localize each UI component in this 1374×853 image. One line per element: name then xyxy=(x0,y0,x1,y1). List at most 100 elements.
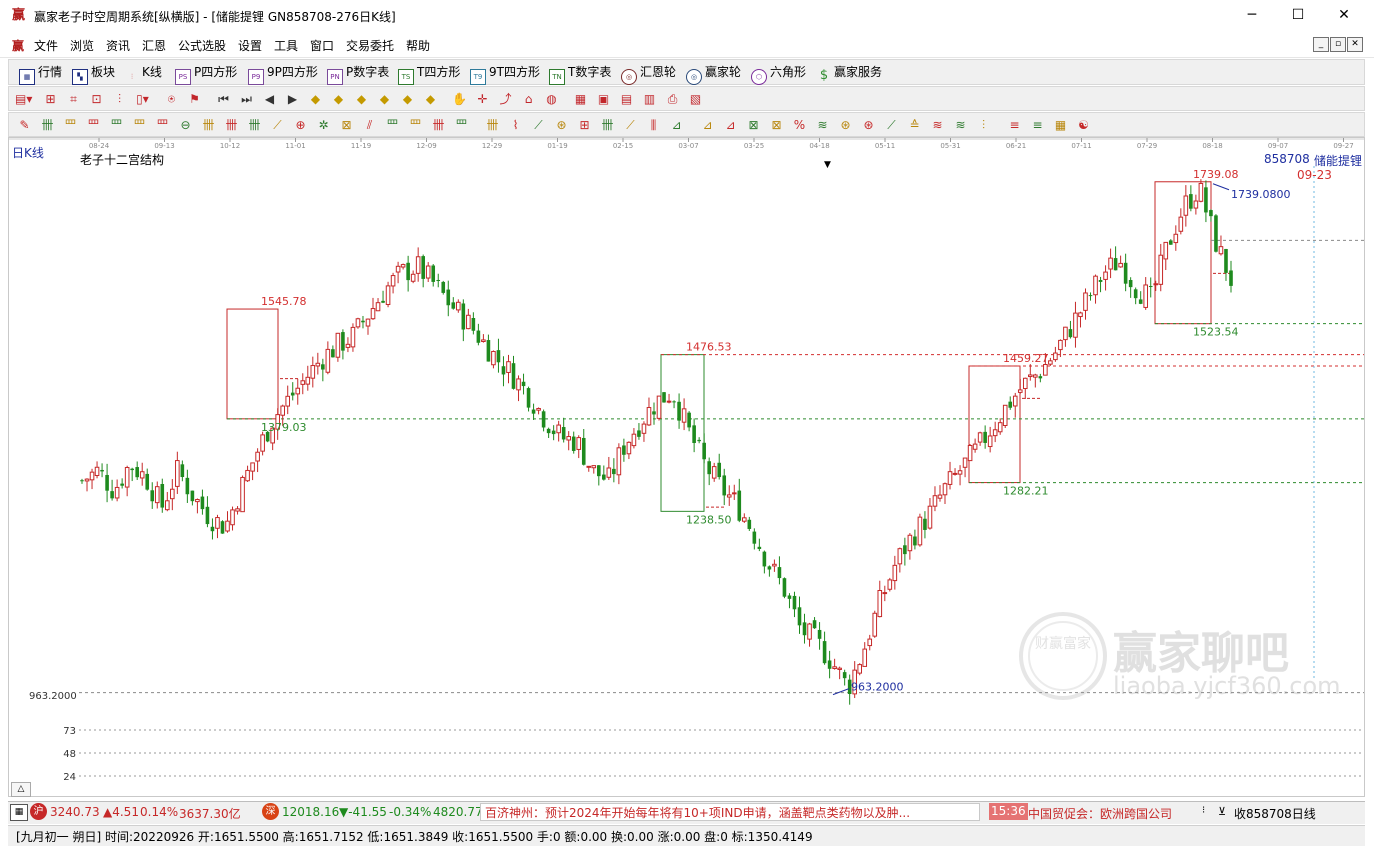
net-icon[interactable]: ⊠ xyxy=(339,118,354,132)
gann4-icon[interactable]: 罒 xyxy=(454,118,469,132)
news-ticker[interactable]: 百济神州：预计2024年开始每年将有10+项IND申请，涵盖靶点类药物以及肿..… xyxy=(480,803,980,821)
pen-icon[interactable]: ✎ xyxy=(17,118,32,132)
toolbar-quotes-button[interactable]: ▦ 行情 xyxy=(19,64,62,85)
mark5-icon[interactable]: ⊞ xyxy=(577,118,592,132)
menu-window[interactable]: 窗口 xyxy=(310,37,334,54)
mark9-icon[interactable]: ⊿ xyxy=(669,118,684,132)
mark15-icon[interactable]: ⊛ xyxy=(838,118,853,132)
app-menu-icon[interactable]: 赢 xyxy=(12,37,24,54)
sz-index-icon[interactable]: 深 xyxy=(262,803,279,820)
mark6-icon[interactable]: 卌 xyxy=(600,118,615,132)
mdi-minimize-button[interactable]: _ xyxy=(1313,37,1329,52)
toolbar-hexagon-button[interactable]: ⬡ 六角形 xyxy=(751,64,806,85)
star-icon[interactable]: ✲ xyxy=(316,118,331,132)
fan-icon[interactable]: ⟋ xyxy=(270,118,285,132)
zoom-fit-icon[interactable]: ⊞ xyxy=(43,92,58,106)
diamond4-icon[interactable]: ◆ xyxy=(377,92,392,106)
print-icon[interactable]: ⎙ xyxy=(665,92,680,106)
ticker-scroll-icon[interactable]: ⁝ xyxy=(1202,805,1205,816)
mark8-icon[interactable]: ⫼ xyxy=(646,118,661,132)
diamond6-icon[interactable]: ◆ xyxy=(423,92,438,106)
mark3-icon[interactable]: ⟋ xyxy=(531,118,546,132)
mark12-icon[interactable]: ⊠ xyxy=(746,118,761,132)
toolbar-kline-button[interactable]: ⫶ K线 xyxy=(125,64,162,81)
period-label[interactable]: 日K线 xyxy=(12,144,44,161)
grid3-icon[interactable]: 卌 xyxy=(247,118,262,132)
line5-icon[interactable]: 罒 xyxy=(132,118,147,132)
collapse-button[interactable]: △ xyxy=(11,782,31,797)
yinyang-icon[interactable]: ▦ xyxy=(1053,118,1068,132)
mark13-icon[interactable]: % xyxy=(792,118,807,132)
crosshair-icon[interactable]: ✛ xyxy=(475,92,490,106)
line4-icon[interactable]: 罒 xyxy=(109,118,124,132)
export-icon[interactable]: ▧ xyxy=(688,92,703,106)
menu-news[interactable]: 资讯 xyxy=(106,37,130,54)
keyboard-icon[interactable]: ▦ xyxy=(10,804,28,821)
globe-icon[interactable]: ◍ xyxy=(544,92,559,106)
mark16-icon[interactable]: ⊛ xyxy=(861,118,876,132)
line6-icon[interactable]: 罒 xyxy=(155,118,170,132)
close-button[interactable]: ✕ xyxy=(1321,4,1367,26)
circle-icon[interactable]: ⊖ xyxy=(178,118,193,132)
mark2-icon[interactable]: ⌇ xyxy=(508,118,523,132)
grid2-icon[interactable]: 卌 xyxy=(224,118,239,132)
toolbar-service-button[interactable]: $ 赢家服务 xyxy=(817,64,882,83)
mark21-icon[interactable]: ⫶ xyxy=(976,118,991,132)
flag-icon[interactable]: ⚑ xyxy=(187,92,202,106)
sh-index-icon[interactable]: 沪 xyxy=(30,803,47,820)
line1-icon[interactable]: 卌 xyxy=(40,118,55,132)
toolbar-sector-button[interactable]: ▚ 板块 xyxy=(72,64,115,85)
minimize-button[interactable]: ─ xyxy=(1229,4,1275,26)
hand-icon[interactable]: ✋ xyxy=(452,92,467,106)
news-ticker-2[interactable]: 中国贸促会：欧洲跨国公司 xyxy=(1028,805,1172,822)
diamond1-icon[interactable]: ◆ xyxy=(308,92,323,106)
last-icon[interactable]: ⏭ xyxy=(239,92,254,106)
toolbar-p-number-button[interactable]: PN P数字表 xyxy=(327,64,389,85)
toolbar-p-square-button[interactable]: PS P四方形 xyxy=(175,64,237,85)
mdi-restore-button[interactable]: ▫ xyxy=(1330,37,1346,52)
grid1-icon[interactable]: 卌 xyxy=(201,118,216,132)
menu-formula[interactable]: 公式选股 xyxy=(178,37,226,54)
period-dropdown-icon[interactable]: ▤▾ xyxy=(15,92,32,106)
menu-tools[interactable]: 工具 xyxy=(274,37,298,54)
mark7-icon[interactable]: ⟋ xyxy=(623,118,638,132)
next-icon[interactable]: ▶ xyxy=(285,92,300,106)
mark17-icon[interactable]: ⟋ xyxy=(884,118,899,132)
mark1-icon[interactable]: 卌 xyxy=(485,118,500,132)
diamond5-icon[interactable]: ◆ xyxy=(400,92,415,106)
diamond2-icon[interactable]: ◆ xyxy=(331,92,346,106)
mark22-icon[interactable]: ≡ xyxy=(1007,118,1022,132)
infinity-icon[interactable]: ☯ xyxy=(1076,118,1091,132)
menu-browse[interactable]: 浏览 xyxy=(70,37,94,54)
gann1-icon[interactable]: 罒 xyxy=(385,118,400,132)
doc-icon[interactable]: ▤ xyxy=(619,92,634,106)
mark4-icon[interactable]: ⊛ xyxy=(554,118,569,132)
cycle-icon[interactable]: ⍟ xyxy=(164,92,179,106)
mark20-icon[interactable]: ≋ xyxy=(953,118,968,132)
calc-icon[interactable]: ▣ xyxy=(596,92,611,106)
mark19-icon[interactable]: ≋ xyxy=(930,118,945,132)
mdi-close-button[interactable]: ✕ xyxy=(1347,37,1363,52)
line3-icon[interactable]: 罒 xyxy=(86,118,101,132)
gann3-icon[interactable]: 卌 xyxy=(431,118,446,132)
indicator2-icon[interactable]: ⊡ xyxy=(89,92,104,106)
target-icon[interactable]: ⊕ xyxy=(293,118,308,132)
gann2-icon[interactable]: 罒 xyxy=(408,118,423,132)
percent-icon[interactable]: ⊠ xyxy=(769,118,784,132)
toolbar-t-square-button[interactable]: TS T四方形 xyxy=(398,64,460,85)
tag-icon[interactable]: ⌂ xyxy=(521,92,536,106)
menu-huien[interactable]: 汇恩 xyxy=(142,37,166,54)
menu-file[interactable]: 文件 xyxy=(34,37,58,54)
kline-chart[interactable]: 08-24 09-13 10-12 11-01 11-19 12-09 12-29 01-19… xyxy=(9,138,1364,796)
toolbar-huien-wheel-button[interactable]: ◎ 汇恩轮 xyxy=(621,64,676,85)
toolbar-9t-square-button[interactable]: T9 9T四方形 xyxy=(470,64,540,85)
table-icon[interactable]: ≡ xyxy=(1030,118,1045,132)
toolbar-winner-wheel-button[interactable]: ◎ 赢家轮 xyxy=(686,64,741,85)
maximize-button[interactable]: ☐ xyxy=(1275,4,1321,26)
prev-icon[interactable]: ◀ xyxy=(262,92,277,106)
number-dropdown-icon[interactable]: ▯▾ xyxy=(135,92,150,106)
menu-help[interactable]: 帮助 xyxy=(406,37,430,54)
mark11-icon[interactable]: ⊿ xyxy=(723,118,738,132)
par-icon[interactable]: ⫽ xyxy=(362,118,377,132)
calendar-icon[interactable]: ▦ xyxy=(573,92,588,106)
